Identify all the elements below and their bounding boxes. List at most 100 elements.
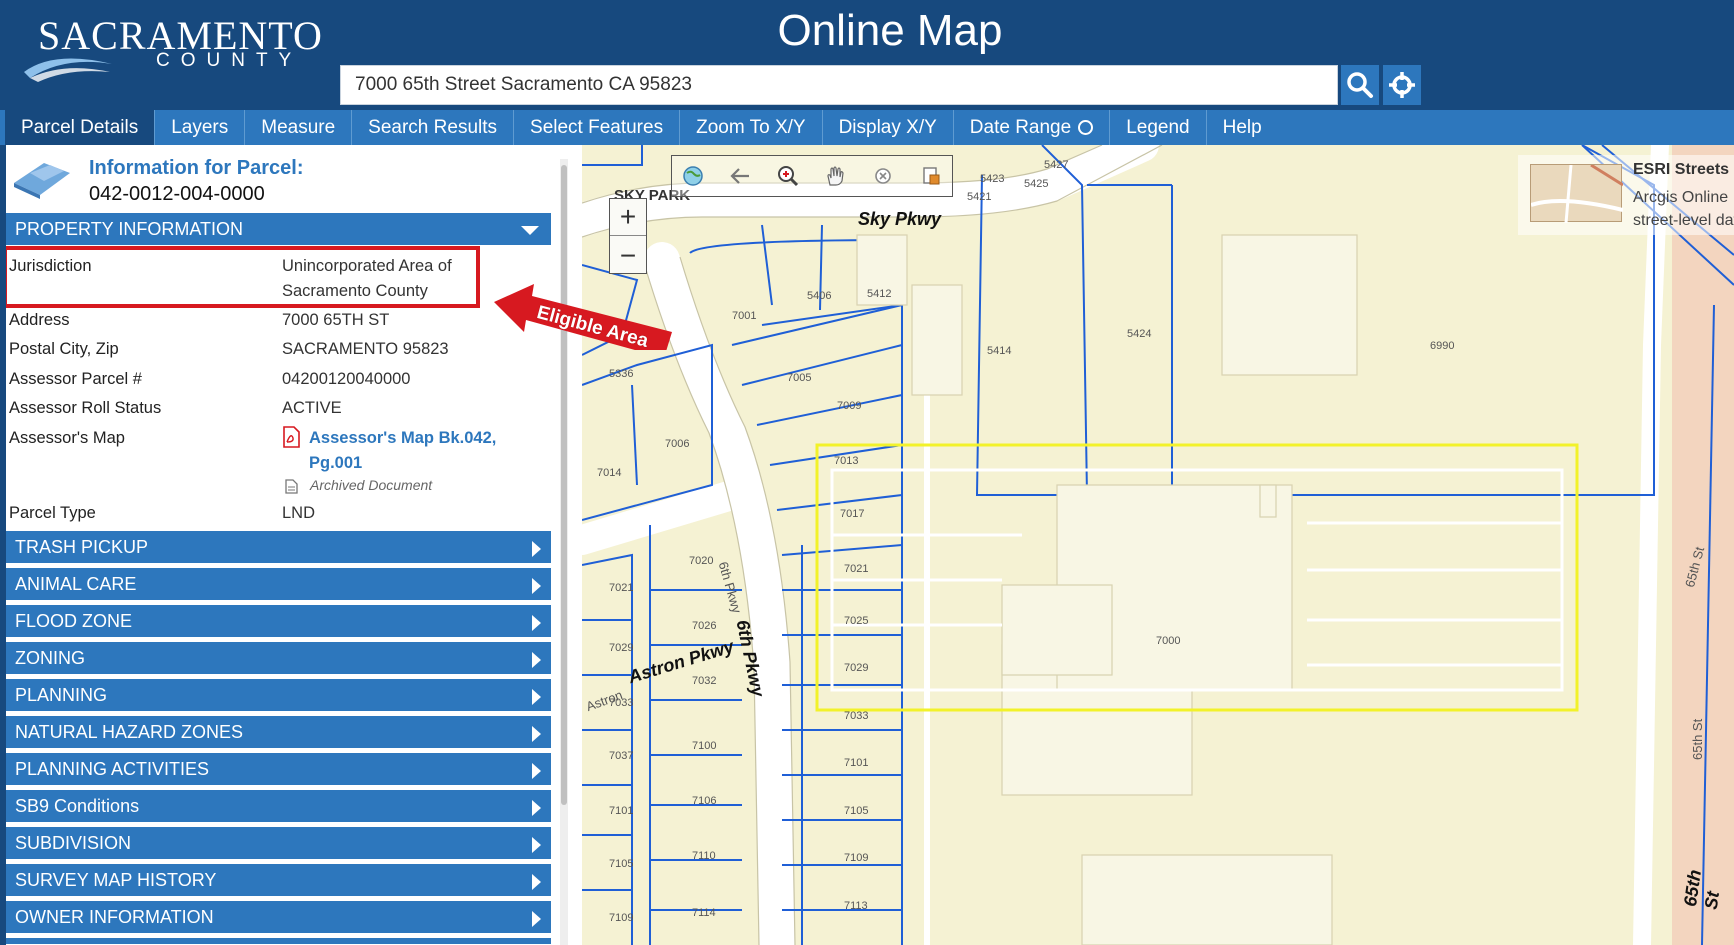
assessor-parcel-value: 04200120040000: [282, 370, 411, 388]
parcel-number: 7020: [689, 555, 714, 567]
parcel-number: 5412: [867, 288, 892, 300]
tab-measure[interactable]: Measure: [245, 110, 353, 145]
zoom-out-button[interactable]: −: [610, 237, 646, 274]
chevron-right-icon: [532, 874, 541, 890]
chevron-right-icon: [532, 911, 541, 927]
parcel-number: 7105: [609, 858, 634, 870]
tab-label: Date Range: [969, 116, 1072, 138]
parcel-number: 7009: [837, 400, 862, 412]
parcel-number: 7037: [609, 750, 634, 762]
section-label: SUBDIVISION: [15, 832, 132, 853]
parcel-type-label: Parcel Type: [9, 504, 96, 522]
section-natural-hazard-zones[interactable]: NATURAL HAZARD ZONES: [6, 716, 551, 750]
section-sb9-conditions[interactable]: SB9 Conditions: [6, 790, 551, 824]
section-property-information[interactable]: PROPERTY INFORMATION: [6, 213, 551, 247]
parcel-number: 5424: [1127, 328, 1152, 340]
zoom-in-magnifier-icon[interactable]: [777, 165, 799, 187]
section-label: TRASH PICKUP: [15, 536, 149, 557]
tab-zoom-to-xy[interactable]: Zoom To X/Y: [680, 110, 823, 145]
parcel-icon: [14, 163, 70, 199]
tab-display-xy[interactable]: Display X/Y: [823, 110, 954, 145]
zoom-in-button[interactable]: +: [610, 199, 646, 236]
chevron-right-icon: [532, 541, 541, 557]
parcel-number: 7109: [609, 912, 634, 924]
pdf-icon: [283, 426, 300, 448]
map-view[interactable]: SKY PARK Sky Pkwy Astron Pkwy Astron 6th…: [582, 145, 1734, 945]
tab-parcel-details[interactable]: Parcel Details: [5, 110, 156, 145]
section-planning[interactable]: PLANNING: [6, 679, 551, 713]
parcel-map[interactable]: [582, 145, 1734, 945]
parcel-number: 7109: [844, 852, 869, 864]
parcel-number: 7029: [609, 642, 634, 654]
print-layers-icon[interactable]: [920, 165, 942, 187]
parcel-number: 7025: [844, 615, 869, 627]
tab-search-results[interactable]: Search Results: [352, 110, 515, 145]
address-search-input[interactable]: [340, 65, 1338, 105]
tab-legend[interactable]: Legend: [1110, 110, 1207, 145]
clear-selection-icon[interactable]: [872, 165, 894, 187]
section-label: PLANNING ACTIVITIES: [15, 758, 210, 779]
parcel-number: 7101: [609, 805, 634, 817]
archived-document-link[interactable]: Archived Document: [310, 477, 432, 493]
section-flood-zone[interactable]: FLOOD ZONE: [6, 605, 551, 639]
parcel-number: 5414: [987, 345, 1012, 357]
chevron-right-icon: [532, 652, 541, 668]
section-label: ZONING: [15, 647, 85, 668]
main-nav: Parcel Details Layers Measure Search Res…: [0, 110, 1734, 145]
locate-button[interactable]: [1383, 65, 1421, 105]
globe-icon[interactable]: [682, 165, 704, 187]
parcel-number: 7026: [692, 620, 717, 632]
assessor-map-label: Assessor's Map: [9, 429, 125, 447]
roll-status-value: ACTIVE: [282, 399, 342, 417]
parcel-number: 7033: [609, 697, 634, 709]
section-subdivision[interactable]: SUBDIVISION: [6, 827, 551, 861]
assessor-map-link[interactable]: Assessor's Map Bk.042, Pg.001: [309, 426, 529, 476]
basemap-description: Arcgis Online street-level data: [1633, 186, 1734, 232]
parcel-number: 7021: [609, 582, 634, 594]
parcel-number: 7021: [844, 563, 869, 575]
parcel-number: 7114: [692, 907, 716, 919]
chevron-right-icon: [532, 578, 541, 594]
postal-city-label: Postal City, Zip: [9, 340, 119, 358]
panel-scrollbar-thumb[interactable]: [561, 165, 567, 805]
map-toolbar: [671, 155, 953, 197]
section-planning-activities[interactable]: PLANNING ACTIVITIES: [6, 753, 551, 787]
section-partial: [6, 938, 551, 945]
pan-hand-icon[interactable]: [824, 165, 846, 187]
parcel-number: 7029: [844, 662, 869, 674]
tab-date-range[interactable]: Date Range: [954, 110, 1111, 145]
tab-select-features[interactable]: Select Features: [514, 110, 681, 145]
section-trash-pickup[interactable]: TRASH PICKUP: [6, 531, 551, 565]
zoom-control: + −: [609, 198, 647, 274]
parcel-number: 5336: [609, 368, 634, 380]
parcel-number: 7100: [692, 740, 717, 752]
parcel-number: 7014: [597, 467, 622, 479]
app-title: Online Map: [777, 6, 1003, 55]
section-label: NATURAL HAZARD ZONES: [15, 721, 244, 742]
tab-help[interactable]: Help: [1207, 110, 1278, 145]
parcel-number: 5423: [980, 173, 1005, 185]
parcel-id: 042-0012-004-0000: [89, 183, 265, 205]
section-survey-map-history[interactable]: SURVEY MAP HISTORY: [6, 864, 551, 898]
section-owner-information[interactable]: OWNER INFORMATION: [6, 901, 551, 935]
parcel-number: 7006: [665, 438, 690, 450]
parcel-type-value: LND: [282, 504, 316, 522]
parcel-number: 7000: [1156, 635, 1181, 647]
sacramento-county-logo[interactable]: SACRAMENTO COUNTY: [24, 12, 322, 82]
parcel-details-panel: Information for Parcel: 042-0012-004-000…: [0, 145, 582, 945]
section-animal-care[interactable]: ANIMAL CARE: [6, 568, 551, 602]
panel-left-border: [0, 145, 6, 945]
back-arrow-icon[interactable]: [729, 165, 751, 187]
basemap-thumbnail[interactable]: [1530, 163, 1624, 224]
tab-label: Legend: [1126, 116, 1190, 138]
parcel-number: 7017: [840, 508, 865, 520]
section-zoning[interactable]: ZONING: [6, 642, 551, 676]
chevron-right-icon: [532, 615, 541, 631]
tab-label: Measure: [261, 116, 336, 138]
tab-layers[interactable]: Layers: [155, 110, 246, 145]
section-label: ANIMAL CARE: [15, 573, 137, 594]
search-button[interactable]: [1341, 65, 1379, 105]
parcel-number: 7005: [787, 372, 812, 384]
street-label-65th-st: 65th St: [1680, 868, 1724, 911]
parcel-number: 5425: [1024, 178, 1049, 190]
